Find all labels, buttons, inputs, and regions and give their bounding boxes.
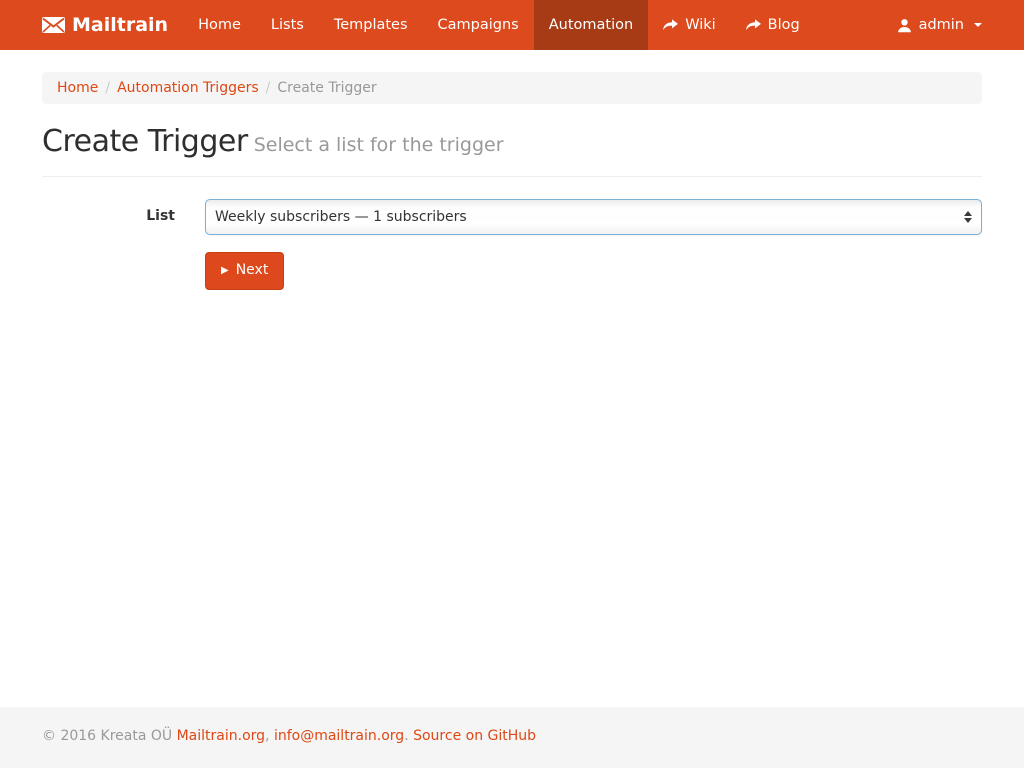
nav-item-blog[interactable]: Blog <box>731 0 815 50</box>
nav-item-automation[interactable]: Automation <box>534 0 648 50</box>
user-menu-admin[interactable]: admin <box>882 0 997 50</box>
chevron-down-icon <box>974 23 982 27</box>
main-nav: Home Lists Templates Campaigns Automatio… <box>183 0 815 50</box>
footer-link-mailtrain-org[interactable]: Mailtrain.org <box>177 728 265 744</box>
app-window: Mailtrain Home Lists Templates Campaigns… <box>0 0 1024 768</box>
user-icon <box>897 18 912 33</box>
nav-item-label: Home <box>198 17 241 33</box>
breadcrumb: Home / Automation Triggers / Create Trig… <box>42 72 982 104</box>
envelope-icon <box>42 17 65 33</box>
share-icon <box>663 19 678 31</box>
play-icon: ▶ <box>221 266 229 276</box>
nav-item-label: Campaigns <box>438 17 519 33</box>
nav-item-templates[interactable]: Templates <box>319 0 423 50</box>
nav-item-wiki[interactable]: Wiki <box>648 0 730 50</box>
page-title: Create Trigger <box>42 124 248 159</box>
page-footer: © 2016 Kreata OÜ Mailtrain.org, info@mai… <box>0 707 1024 768</box>
breadcrumb-home[interactable]: Home <box>57 80 98 96</box>
brand-label: Mailtrain <box>72 14 168 36</box>
footer-link-email[interactable]: info@mailtrain.org <box>274 728 404 744</box>
nav-item-lists[interactable]: Lists <box>256 0 319 50</box>
page-header: Create Trigger Select a list for the trig… <box>42 125 982 177</box>
breadcrumb-automation-triggers[interactable]: Automation Triggers <box>117 80 259 96</box>
top-navbar: Mailtrain Home Lists Templates Campaigns… <box>0 0 1024 50</box>
nav-item-label: Templates <box>334 17 408 33</box>
next-button[interactable]: ▶ Next <box>205 252 284 290</box>
create-trigger-form: List Weekly subscribers — 1 subscribers … <box>42 199 982 290</box>
share-icon <box>746 19 761 31</box>
nav-item-label: Automation <box>549 17 633 33</box>
breadcrumb-current: Create Trigger <box>277 80 376 96</box>
next-button-label: Next <box>236 261 269 281</box>
footer-copyright: © 2016 Kreata OÜ <box>42 728 172 744</box>
brand-mailtrain[interactable]: Mailtrain <box>27 0 183 50</box>
page-subtitle: Select a list for the trigger <box>254 134 504 156</box>
nav-item-label: Blog <box>768 17 800 33</box>
footer-separator: , <box>265 728 269 744</box>
breadcrumb-separator: / <box>98 80 117 96</box>
footer-link-source-github[interactable]: Source on GitHub <box>413 728 536 744</box>
breadcrumb-separator: / <box>259 80 278 96</box>
nav-item-home[interactable]: Home <box>183 0 256 50</box>
nav-item-label: Wiki <box>685 17 715 33</box>
nav-item-campaigns[interactable]: Campaigns <box>423 0 534 50</box>
nav-item-label: Lists <box>271 17 304 33</box>
list-label: List <box>42 199 175 290</box>
select-arrows-icon <box>964 211 972 223</box>
footer-separator: . <box>404 728 408 744</box>
list-select[interactable]: Weekly subscribers — 1 subscribers <box>205 199 982 235</box>
list-select-value: Weekly subscribers — 1 subscribers <box>215 209 467 225</box>
user-menu-label: admin <box>919 17 964 33</box>
